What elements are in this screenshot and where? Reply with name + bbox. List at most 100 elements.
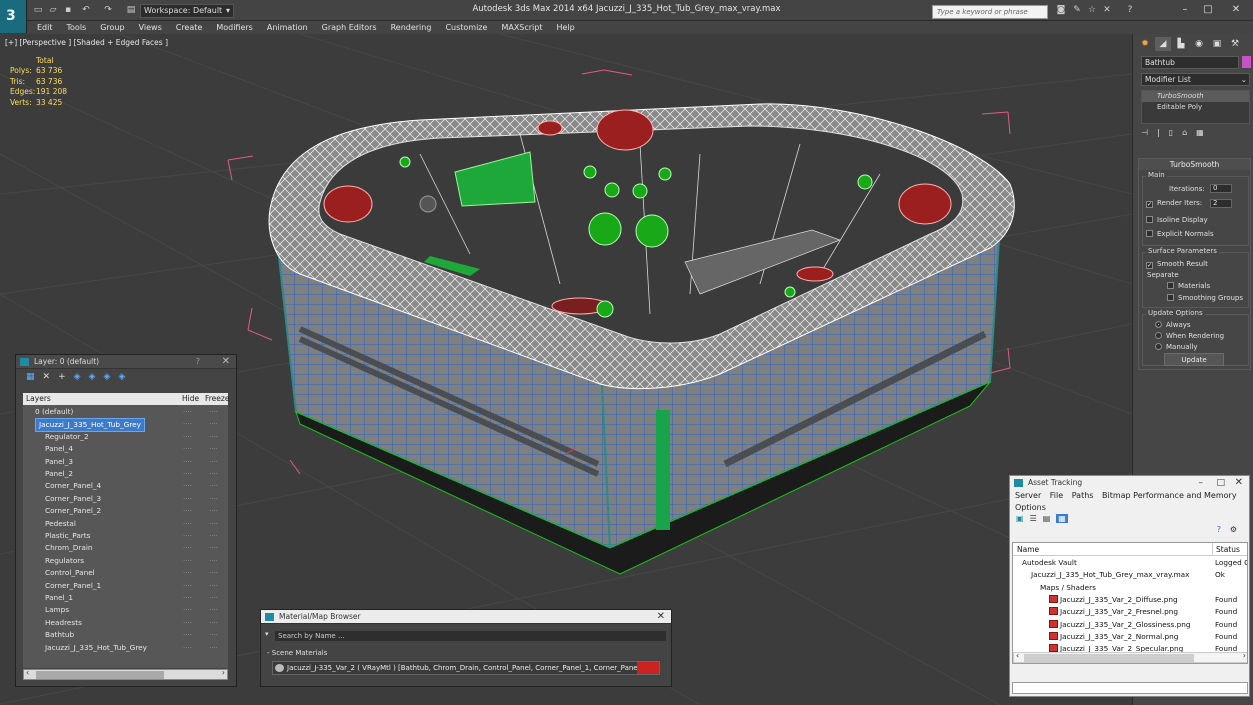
smoothing-groups-checkbox[interactable] [1167, 294, 1174, 301]
table-view-icon[interactable]: ▤ [1043, 514, 1051, 523]
menu-create[interactable]: Create [176, 21, 203, 34]
list-view-icon[interactable]: ☰ [1030, 514, 1037, 523]
col-freeze[interactable]: Freeze [205, 393, 229, 405]
freeze-toggle[interactable]: ···· [209, 418, 218, 430]
scroll-left-icon[interactable]: ‹ [26, 668, 29, 677]
layer-row[interactable]: Corner_Panel_2 ···· ···· [23, 505, 228, 517]
asset-row[interactable]: Maps / Shaders [1013, 582, 1247, 594]
configure-sets-icon[interactable]: ▦ [1196, 128, 1204, 137]
menu-graph-editors[interactable]: Graph Editors [322, 21, 377, 34]
layer-row[interactable]: Panel_2 ···· ···· [23, 468, 228, 480]
layer-row[interactable]: Control_Panel ···· ···· [23, 567, 228, 579]
col-status[interactable]: Status [1212, 543, 1240, 556]
layer-row[interactable]: 0 (default) ···· ···· [23, 406, 228, 418]
hide-toggle[interactable]: ···· [183, 530, 192, 542]
menu-file[interactable]: File [1050, 491, 1063, 500]
menu-edit[interactable]: Edit [37, 21, 53, 34]
menu-bitmap-performance[interactable]: Bitmap Performance and Memory [1102, 491, 1237, 500]
menu-tools[interactable]: Tools [67, 21, 87, 34]
layer-row[interactable]: Corner_Panel_4 ···· ···· [23, 480, 228, 492]
freeze-toggle[interactable]: ···· [209, 555, 218, 567]
hierarchy-tab-icon[interactable]: ▙ [1173, 37, 1189, 51]
status-path-field[interactable] [1012, 682, 1248, 694]
scroll-right-icon[interactable]: › [222, 668, 225, 677]
menu-group[interactable]: Group [100, 21, 124, 34]
select-objects-icon[interactable]: ◈ [89, 369, 96, 386]
workspace-dropdown[interactable]: Workspace: Default ▾ [140, 4, 234, 18]
scroll-right-icon[interactable]: › [1243, 651, 1246, 660]
hide-toggle[interactable]: ···· [183, 456, 192, 468]
help-icon[interactable]: ? [1217, 525, 1221, 534]
app-logo-button[interactable]: 3 [0, 0, 27, 33]
minimize-icon[interactable]: – [1178, 3, 1192, 17]
close-icon[interactable]: ✕ [657, 610, 665, 624]
create-tab-icon[interactable]: ✹ [1137, 37, 1153, 51]
asset-row[interactable]: Jacuzzi_J_335_Var_2_Fresnel.png Found [1013, 606, 1247, 618]
menu-animation[interactable]: Animation [267, 21, 308, 34]
scrollbar-thumb[interactable] [36, 671, 164, 679]
redo-icon[interactable]: ↷ [102, 4, 114, 16]
hide-toggle[interactable]: ···· [183, 542, 192, 554]
remove-modifier-icon[interactable]: ⌂ [1182, 128, 1187, 137]
freeze-toggle[interactable]: ···· [209, 567, 218, 579]
freeze-toggle[interactable]: ···· [209, 443, 218, 455]
delete-layer-icon[interactable]: ✕ [43, 369, 51, 386]
layer-row[interactable]: Lamps ···· ···· [23, 604, 228, 616]
menu-views[interactable]: Views [139, 21, 162, 34]
layer-explorer-icon[interactable]: ▦ [26, 369, 35, 386]
options-dropdown-icon[interactable]: ▾ [265, 630, 269, 638]
freeze-toggle[interactable]: ···· [209, 629, 218, 641]
hide-toggle[interactable]: ···· [183, 629, 192, 641]
new-file-icon[interactable]: ▭ [32, 4, 44, 16]
hide-toggle[interactable]: ···· [183, 642, 192, 654]
freeze-toggle[interactable]: ···· [209, 505, 218, 517]
hide-toggle[interactable]: ···· [183, 592, 192, 604]
hide-toggle[interactable]: ···· [183, 580, 192, 592]
update-button[interactable]: Update [1164, 353, 1224, 366]
always-radio[interactable] [1155, 321, 1162, 328]
layer-row[interactable]: Regulators ···· ···· [23, 555, 228, 567]
layer-explorer-title-bar[interactable]: Layer: 0 (default) ? ✕ [16, 355, 236, 369]
freeze-toggle[interactable]: ···· [209, 518, 218, 530]
col-name[interactable]: Name [1017, 543, 1039, 556]
scrollbar-thumb[interactable] [1024, 654, 1194, 662]
menu-modifiers[interactable]: Modifiers [216, 21, 253, 34]
help-icon[interactable]: ? [196, 355, 200, 369]
freeze-toggle[interactable]: ···· [209, 406, 218, 418]
undo-icon[interactable]: ↶ [80, 4, 92, 16]
material-browser-title-bar[interactable]: Material/Map Browser ✕ [261, 610, 671, 624]
search-input[interactable]: Type a keyword or phrase [932, 5, 1048, 19]
exchange-icon[interactable]: ✕ [1101, 4, 1113, 16]
star-icon[interactable]: ☆ [1086, 4, 1098, 16]
scene-materials-section[interactable]: - Scene Materials [267, 649, 327, 657]
open-file-icon[interactable]: ▱ [47, 4, 59, 16]
layer-row[interactable]: Corner_Panel_1 ···· ···· [23, 580, 228, 592]
modify-tab-icon[interactable]: ◢ [1155, 37, 1171, 51]
freeze-toggle[interactable]: ···· [209, 542, 218, 554]
object-color-swatch[interactable] [1242, 56, 1251, 68]
vault-icon[interactable]: ▣ [1016, 514, 1024, 523]
viewport-label[interactable]: [+] [Perspective ] [Shaded + Edged Faces… [5, 38, 168, 47]
layer-row[interactable]: Panel_1 ···· ···· [23, 592, 228, 604]
hide-toggle[interactable]: ···· [183, 493, 192, 505]
modifier-list-dropdown[interactable]: Modifier List ⌄ [1141, 73, 1250, 86]
render-iters-checkbox[interactable]: ✓ [1146, 201, 1153, 208]
maximize-icon[interactable]: □ [1216, 476, 1225, 490]
layer-row[interactable]: Headrests ···· ···· [23, 617, 228, 629]
hide-toggle[interactable]: ···· [183, 555, 192, 567]
hide-toggle[interactable]: ···· [183, 418, 192, 430]
materials-checkbox[interactable] [1167, 282, 1174, 289]
close-icon[interactable]: ✕ [1235, 476, 1243, 490]
layer-row[interactable]: Regulator_2 ···· ···· [23, 431, 228, 443]
layer-row[interactable]: Panel_3 ···· ···· [23, 456, 228, 468]
layer-row[interactable]: Chrom_Drain ···· ···· [23, 542, 228, 554]
col-layers[interactable]: Layers [26, 393, 51, 405]
col-hide[interactable]: Hide [182, 393, 199, 405]
when-rendering-radio[interactable] [1155, 332, 1162, 339]
hide-toggle[interactable]: ···· [183, 431, 192, 443]
hide-toggle[interactable]: ···· [183, 505, 192, 517]
menu-options[interactable]: Options [1015, 503, 1046, 512]
layer-row[interactable]: Panel_4 ···· ···· [23, 443, 228, 455]
layer-row[interactable]: Pedestal ···· ···· [23, 518, 228, 530]
layer-row[interactable]: Corner_Panel_3 ···· ···· [23, 493, 228, 505]
